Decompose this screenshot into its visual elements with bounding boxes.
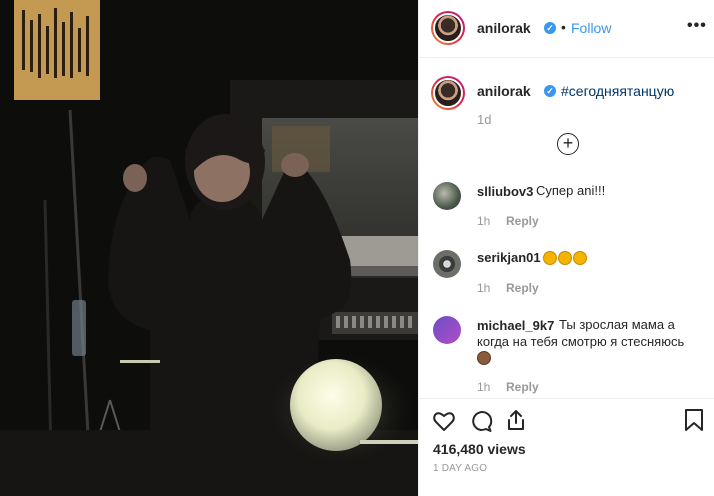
- video-frame: [0, 0, 418, 496]
- comment-avatar[interactable]: [433, 316, 461, 344]
- caption-time[interactable]: 1d: [477, 112, 491, 127]
- comment-time[interactable]: 1h: [477, 380, 490, 394]
- verified-icon: ✓: [544, 22, 556, 34]
- bookmark-icon[interactable]: [683, 408, 705, 432]
- verified-icon: ✓: [544, 85, 556, 97]
- comment-avatar[interactable]: [433, 250, 461, 278]
- comment-username[interactable]: serikjan01: [477, 250, 541, 265]
- author-avatar[interactable]: [431, 11, 465, 45]
- comment-text: когда на тебя смотрю я стесняюсь: [477, 334, 685, 349]
- load-more-icon[interactable]: +: [557, 133, 579, 155]
- post-header: anilorak ✓ • Follow •••: [419, 0, 714, 58]
- caption-author-username[interactable]: anilorak: [477, 83, 531, 99]
- comment-time[interactable]: 1h: [477, 281, 490, 295]
- monkey-emoji: [477, 350, 491, 368]
- post-video[interactable]: [0, 0, 418, 496]
- comment-avatar[interactable]: [433, 182, 461, 210]
- author-username[interactable]: anilorak: [477, 20, 531, 36]
- comment-username[interactable]: michael_9k7: [477, 318, 554, 333]
- comment-text: Ты зрослая мама а: [559, 317, 675, 332]
- reply-button[interactable]: Reply: [506, 214, 539, 228]
- comment-time[interactable]: 1h: [477, 214, 490, 228]
- action-bar: 416,480 views 1 DAY AGO: [419, 398, 714, 496]
- separator-dot: •: [561, 19, 566, 35]
- post-sidebar: anilorak ✓ • Follow ••• anilorak ✓ #сего…: [418, 0, 714, 496]
- comment-username[interactable]: slliubov3: [477, 184, 533, 199]
- share-icon[interactable]: [504, 408, 528, 432]
- clap-emoji-row: [543, 250, 588, 268]
- clap-icon: [573, 251, 587, 265]
- reply-button[interactable]: Reply: [506, 281, 539, 295]
- post-time-ago[interactable]: 1 DAY AGO: [433, 463, 487, 474]
- comment-text: Супер ani!!!: [536, 183, 606, 198]
- clap-icon: [558, 251, 572, 265]
- clap-icon: [543, 251, 557, 265]
- views-count[interactable]: 416,480 views: [433, 441, 526, 457]
- reply-button[interactable]: Reply: [506, 380, 539, 394]
- follow-button[interactable]: Follow: [571, 20, 611, 36]
- caption-hashtag[interactable]: #сегодняятанцую: [561, 83, 674, 99]
- heart-icon[interactable]: [432, 409, 456, 433]
- caption-author-avatar[interactable]: [431, 76, 465, 110]
- comment-icon[interactable]: [469, 409, 493, 433]
- more-options-icon[interactable]: •••: [687, 17, 707, 35]
- instagram-post-modal: anilorak ✓ • Follow ••• anilorak ✓ #сего…: [0, 0, 714, 496]
